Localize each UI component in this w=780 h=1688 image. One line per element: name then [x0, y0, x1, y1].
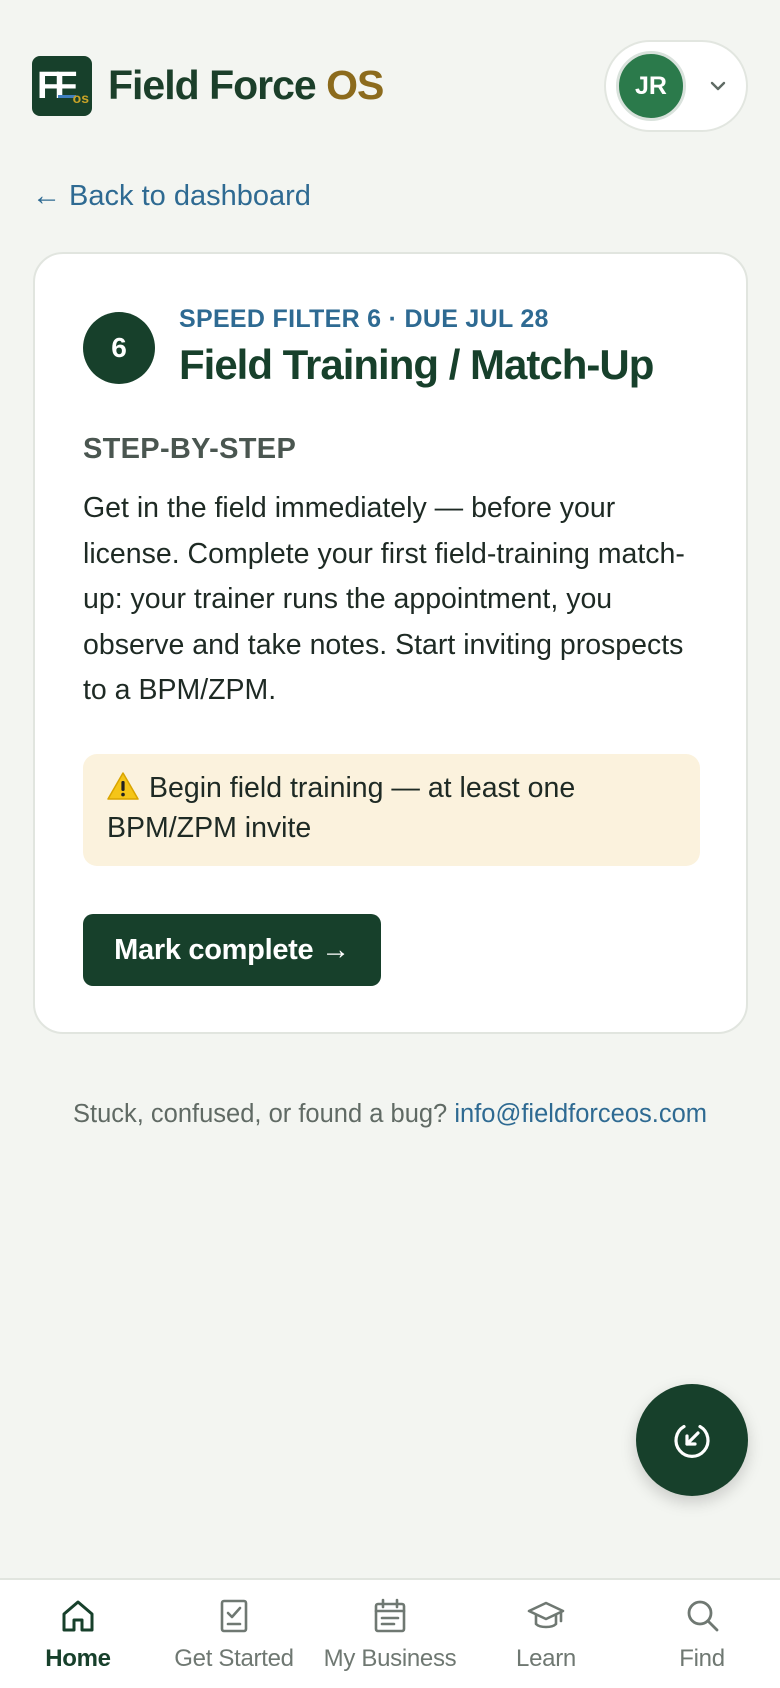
nav-find[interactable]: Find	[624, 1580, 780, 1688]
nav-get-started-label: Get Started	[174, 1645, 294, 1672]
support-email-link[interactable]: info@fieldforceos.com	[454, 1100, 707, 1128]
nav-learn[interactable]: Learn	[468, 1580, 624, 1688]
back-to-dashboard-link[interactable]: ← Back to dashboard	[32, 176, 311, 216]
task-title: Field Training / Match-Up	[179, 341, 654, 388]
search-icon	[687, 1600, 719, 1632]
nav-my-business-label: My Business	[323, 1645, 457, 1672]
nav-home-label: Home	[45, 1645, 111, 1672]
graduation-cap-icon	[527, 1601, 565, 1629]
task-description: Get in the field immediately — before yo…	[83, 492, 685, 706]
task-card: 6 SPEED FILTER 6 · DUE JUL 28 Field Trai…	[33, 252, 748, 1034]
logo-letters: FF	[37, 65, 78, 107]
nav-find-label: Find	[679, 1645, 725, 1672]
home-icon	[62, 1600, 94, 1632]
help-prompt: Stuck, confused, or found a bug?	[72, 1100, 448, 1128]
help-text: Stuck, confused, or found a bug? info@fi…	[0, 1094, 780, 1134]
app-header: FF os Field Force OS JR	[0, 0, 780, 160]
avatar: JR	[616, 51, 686, 121]
brand-name: Field Force OS	[108, 60, 384, 110]
brand-accent: OS	[326, 62, 384, 108]
requirement-alert: Begin field training — at least one BPM/…	[83, 754, 700, 866]
minimize-arrow-icon	[674, 1424, 710, 1458]
nav-get-started[interactable]: Get Started	[156, 1580, 312, 1688]
nav-home[interactable]: Home	[0, 1580, 156, 1688]
logo-suffix: os	[72, 90, 89, 106]
step-number-badge: 6	[83, 312, 155, 384]
mark-complete-button[interactable]: Mark complete →	[83, 914, 381, 986]
section-label: STEP-BY-STEP	[83, 433, 297, 465]
app-logo[interactable]: FF os	[32, 56, 92, 116]
nav-learn-label: Learn	[516, 1645, 576, 1672]
quick-action-button[interactable]	[636, 1384, 748, 1496]
calendar-icon	[374, 1598, 406, 1633]
user-menu-button[interactable]: JR	[604, 40, 748, 132]
bottom-nav: Home Get Started My Business Learn Find	[0, 1578, 780, 1688]
nav-my-business[interactable]: My Business	[312, 1580, 468, 1688]
task-kicker: SPEED FILTER 6 · DUE JUL 28	[179, 305, 549, 333]
brand-primary: Field Force	[108, 62, 317, 108]
warning-icon	[107, 772, 139, 800]
chevron-down-icon	[710, 81, 726, 91]
checklist-icon	[220, 1599, 248, 1633]
alert-text: Begin field training — at least one BPM/…	[107, 772, 576, 844]
